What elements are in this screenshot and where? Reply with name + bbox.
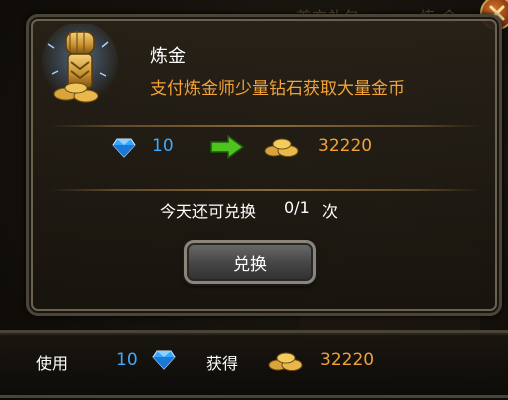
dialog-description: 支付炼金师少量钻石获取大量金币: [150, 79, 405, 99]
green-arrow-icon: [210, 135, 244, 159]
diamond-cost: 10: [152, 136, 174, 156]
diamond-icon: [112, 138, 136, 158]
use-label: 使用: [36, 354, 69, 373]
exchange-divider: [49, 189, 481, 191]
exchange-remaining-label: 今天还可兑换: [160, 202, 257, 221]
gold-coins-icon: [268, 352, 303, 371]
gold-gain: 32220: [318, 136, 373, 156]
exchange-button[interactable]: 兑换: [184, 240, 316, 284]
exchange-remaining-unit: 次: [322, 202, 339, 221]
diamond-icon: [152, 350, 176, 370]
gold-fist-icon: [42, 24, 118, 103]
gain-label: 获得: [206, 354, 239, 373]
exchange-remaining-count: 0/1: [284, 198, 310, 217]
exchange-button-label: 兑换: [233, 254, 267, 275]
gain-amount: 32220: [320, 350, 375, 370]
gold-coins-icon: [264, 138, 299, 157]
dialog-title: 炼金: [150, 46, 186, 67]
header-divider: [49, 125, 481, 127]
use-amount: 10: [116, 350, 138, 370]
bottom-summary-bar: [0, 330, 508, 398]
